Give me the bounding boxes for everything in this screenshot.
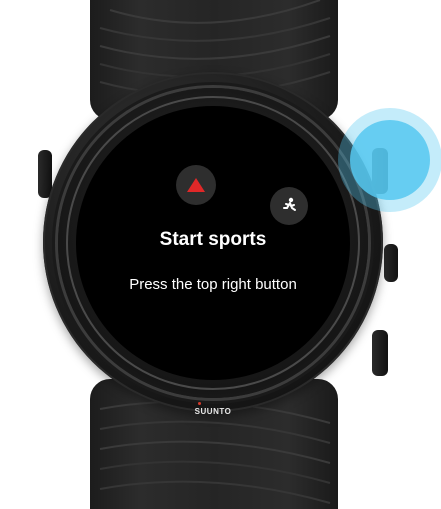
brand-dot [198,402,201,405]
sport-button[interactable] [270,187,308,225]
press-highlight-core [350,120,430,200]
middle-right-side-button[interactable] [384,244,398,282]
up-button[interactable] [176,165,216,205]
watch-illustration: Start sports Press the top right button … [0,0,441,509]
triangle-up-icon [187,178,205,192]
screen-title: Start sports [159,229,267,250]
bottom-right-side-button[interactable] [372,330,388,376]
brand-logo: SUUNTO [194,407,232,416]
running-figure-icon [283,197,296,211]
screen-instruction: Press the top right button [129,276,297,293]
